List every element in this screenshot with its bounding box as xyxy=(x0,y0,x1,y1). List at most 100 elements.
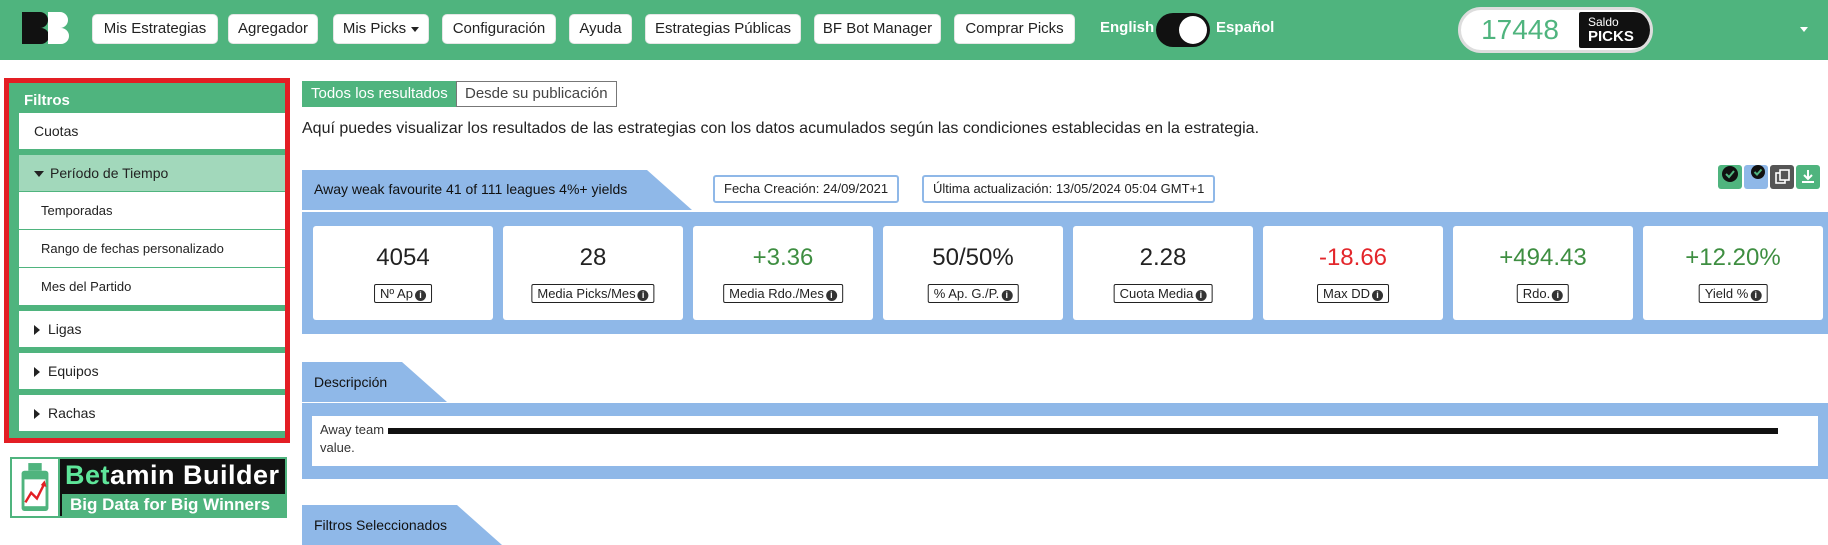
stat-label: Media Rdo./Mes i xyxy=(723,284,843,303)
filter-equipos-label: Equipos xyxy=(48,363,99,379)
toggle-knob xyxy=(1179,16,1207,44)
stat-label-text: Max DD xyxy=(1323,286,1370,301)
last-update-badge: Última actualización: 13/05/2024 05:04 G… xyxy=(922,175,1216,203)
description-end: value. xyxy=(320,440,355,455)
caret-right-icon xyxy=(34,409,40,420)
copy-icon[interactable] xyxy=(1770,165,1794,189)
stat-label-text: Cuota Media xyxy=(1119,286,1194,301)
saldo-label: Saldo xyxy=(1588,15,1619,29)
nav-mis-picks[interactable]: Mis Picks xyxy=(333,14,429,44)
filter-rachas[interactable]: Rachas xyxy=(19,395,285,431)
caret-right-icon xyxy=(34,325,40,336)
site-logo-icon[interactable] xyxy=(18,8,78,48)
stat-label-text: % Ap. G./P. xyxy=(933,286,1000,301)
creation-date-badge: Fecha Creación: 24/09/2021 xyxy=(713,175,900,203)
stat-label-text: Nº Ap xyxy=(380,286,413,301)
filters-sidebar: Filtros Cuotas Período de Tiempo Tempora… xyxy=(4,78,290,443)
stat-card: 28 Media Picks/Mes i xyxy=(503,226,683,320)
filter-rango-fechas[interactable]: Rango de fechas personalizado xyxy=(19,229,285,267)
strategy-header: Away weak favourite 41 of 111 leagues 4%… xyxy=(302,170,692,210)
stat-label-text: Media Rdo./Mes xyxy=(729,286,824,301)
stat-card: 4054 Nº Ap i xyxy=(313,226,493,320)
nav-estrategias-publicas[interactable]: Estrategias Públicas xyxy=(645,14,801,44)
filter-periodo-de-tiempo[interactable]: Período de Tiempo xyxy=(19,155,285,191)
nav-agregador[interactable]: Agregador xyxy=(228,14,318,44)
caret-right-icon xyxy=(34,367,40,378)
saldo-value: 17448 xyxy=(1481,14,1559,45)
nav-ayuda[interactable]: Ayuda xyxy=(569,14,632,44)
stat-card: -18.66 Max DD i xyxy=(1263,226,1443,320)
info-icon[interactable]: i xyxy=(414,290,426,301)
intro-text: Aquí puedes visualizar los resultados de… xyxy=(302,120,1260,137)
selected-filters-title: Filtros Seleccionados xyxy=(314,517,448,533)
tab-todos-resultados[interactable]: Todos los resultados xyxy=(302,81,457,107)
filter-equipos[interactable]: Equipos xyxy=(19,353,285,389)
betamin-builder-logo: Betamin Builder Big Data for Big Winners xyxy=(10,457,287,518)
nav-mis-estrategias[interactable]: Mis Estrategias xyxy=(92,14,218,44)
stat-label-text: Media Picks/Mes xyxy=(537,286,636,301)
language-toggle[interactable] xyxy=(1156,13,1210,47)
stat-card: 50/50% % Ap. G./P. i xyxy=(883,226,1063,320)
stat-value: 4054 xyxy=(376,244,430,271)
description-title: Descripción xyxy=(314,374,388,390)
stat-value: 28 xyxy=(579,244,607,271)
lang-espanol-label[interactable]: Español xyxy=(1216,19,1274,36)
saldo-label-box: Saldo PICKS xyxy=(1579,12,1650,48)
info-icon[interactable]: i xyxy=(637,290,649,301)
lang-english-label[interactable]: English xyxy=(1100,19,1154,36)
download-icon[interactable] xyxy=(1796,165,1820,189)
brand-tagline: Big Data for Big Winners xyxy=(62,494,287,516)
selected-filters-header: Filtros Seleccionados xyxy=(302,505,502,545)
description-start: Away team xyxy=(320,422,385,437)
caret-down-icon xyxy=(34,171,44,178)
stat-value: -18.66 xyxy=(1318,244,1388,271)
strategy-title: Away weak favourite 41 of 111 leagues 4%… xyxy=(314,181,628,197)
brand-name-rest: amin Builder xyxy=(110,460,280,490)
info-icon[interactable]: i xyxy=(1552,290,1564,301)
check-circle-icon[interactable] xyxy=(1744,165,1768,189)
nav-configuracion[interactable]: Configuración xyxy=(442,14,556,44)
stats-band: 4054 Nº Ap i 28 Media Picks/Mes i +3.36 Me… xyxy=(302,212,1828,334)
filter-cuotas[interactable]: Cuotas xyxy=(19,113,285,149)
filter-ligas[interactable]: Ligas xyxy=(19,311,285,347)
filters-title: Filtros xyxy=(24,92,70,109)
brand-name-bet: Bet xyxy=(65,460,111,490)
stat-label: Cuota Media i xyxy=(1113,284,1213,303)
filter-mes-partido[interactable]: Mes del Partido xyxy=(19,267,285,305)
stat-value: 50/50% xyxy=(932,244,1014,271)
stat-card: +3.36 Media Rdo./Mes i xyxy=(693,226,873,320)
filter-rachas-label: Rachas xyxy=(48,405,96,421)
nav-comprar-picks[interactable]: Comprar Picks xyxy=(954,14,1075,44)
stat-value: +3.36 xyxy=(752,244,814,271)
saldo-picks-badge: 17448 Saldo PICKS xyxy=(1458,7,1653,53)
stat-label-text: Yield % xyxy=(1704,286,1749,301)
stat-label: Media Picks/Mes i xyxy=(531,284,655,303)
filter-temporadas[interactable]: Temporadas xyxy=(19,191,285,229)
brand-name: Betamin Builder xyxy=(65,460,280,491)
check-circle-icon[interactable] xyxy=(1718,165,1742,189)
stat-label: Rdo. i xyxy=(1516,284,1570,303)
stat-value: +12.20% xyxy=(1685,244,1781,271)
info-icon[interactable]: i xyxy=(1750,290,1762,301)
tab-desde-publicacion[interactable]: Desde su publicación xyxy=(456,81,617,107)
info-icon[interactable]: i xyxy=(1195,290,1207,301)
user-menu-chevron-icon[interactable] xyxy=(1800,27,1808,32)
info-icon[interactable]: i xyxy=(1371,290,1383,301)
filter-ligas-label: Ligas xyxy=(48,321,82,337)
top-navbar: Mis Estrategias Agregador Mis Picks Conf… xyxy=(0,0,1828,60)
stat-card: +12.20% Yield % i xyxy=(1643,226,1823,320)
nav-bf-bot-manager[interactable]: BF Bot Manager xyxy=(814,14,941,44)
stat-label: % Ap. G./P. i xyxy=(927,284,1019,303)
stat-label: Nº Ap i xyxy=(374,284,432,303)
info-icon[interactable]: i xyxy=(1001,290,1013,301)
description-band: Away team value. xyxy=(302,403,1828,479)
info-icon[interactable]: i xyxy=(825,290,837,301)
stat-label-text: Rdo. xyxy=(1522,286,1551,301)
bottle-chart-icon xyxy=(12,459,60,516)
nav-mis-picks-label: Mis Picks xyxy=(342,20,407,37)
filter-periodo-label: Período de Tiempo xyxy=(50,165,169,181)
saldo-unit: PICKS xyxy=(1588,28,1634,45)
chevron-down-icon xyxy=(411,26,420,32)
stat-value: 2.28 xyxy=(1139,244,1187,271)
stat-card: +494.43 Rdo. i xyxy=(1453,226,1633,320)
